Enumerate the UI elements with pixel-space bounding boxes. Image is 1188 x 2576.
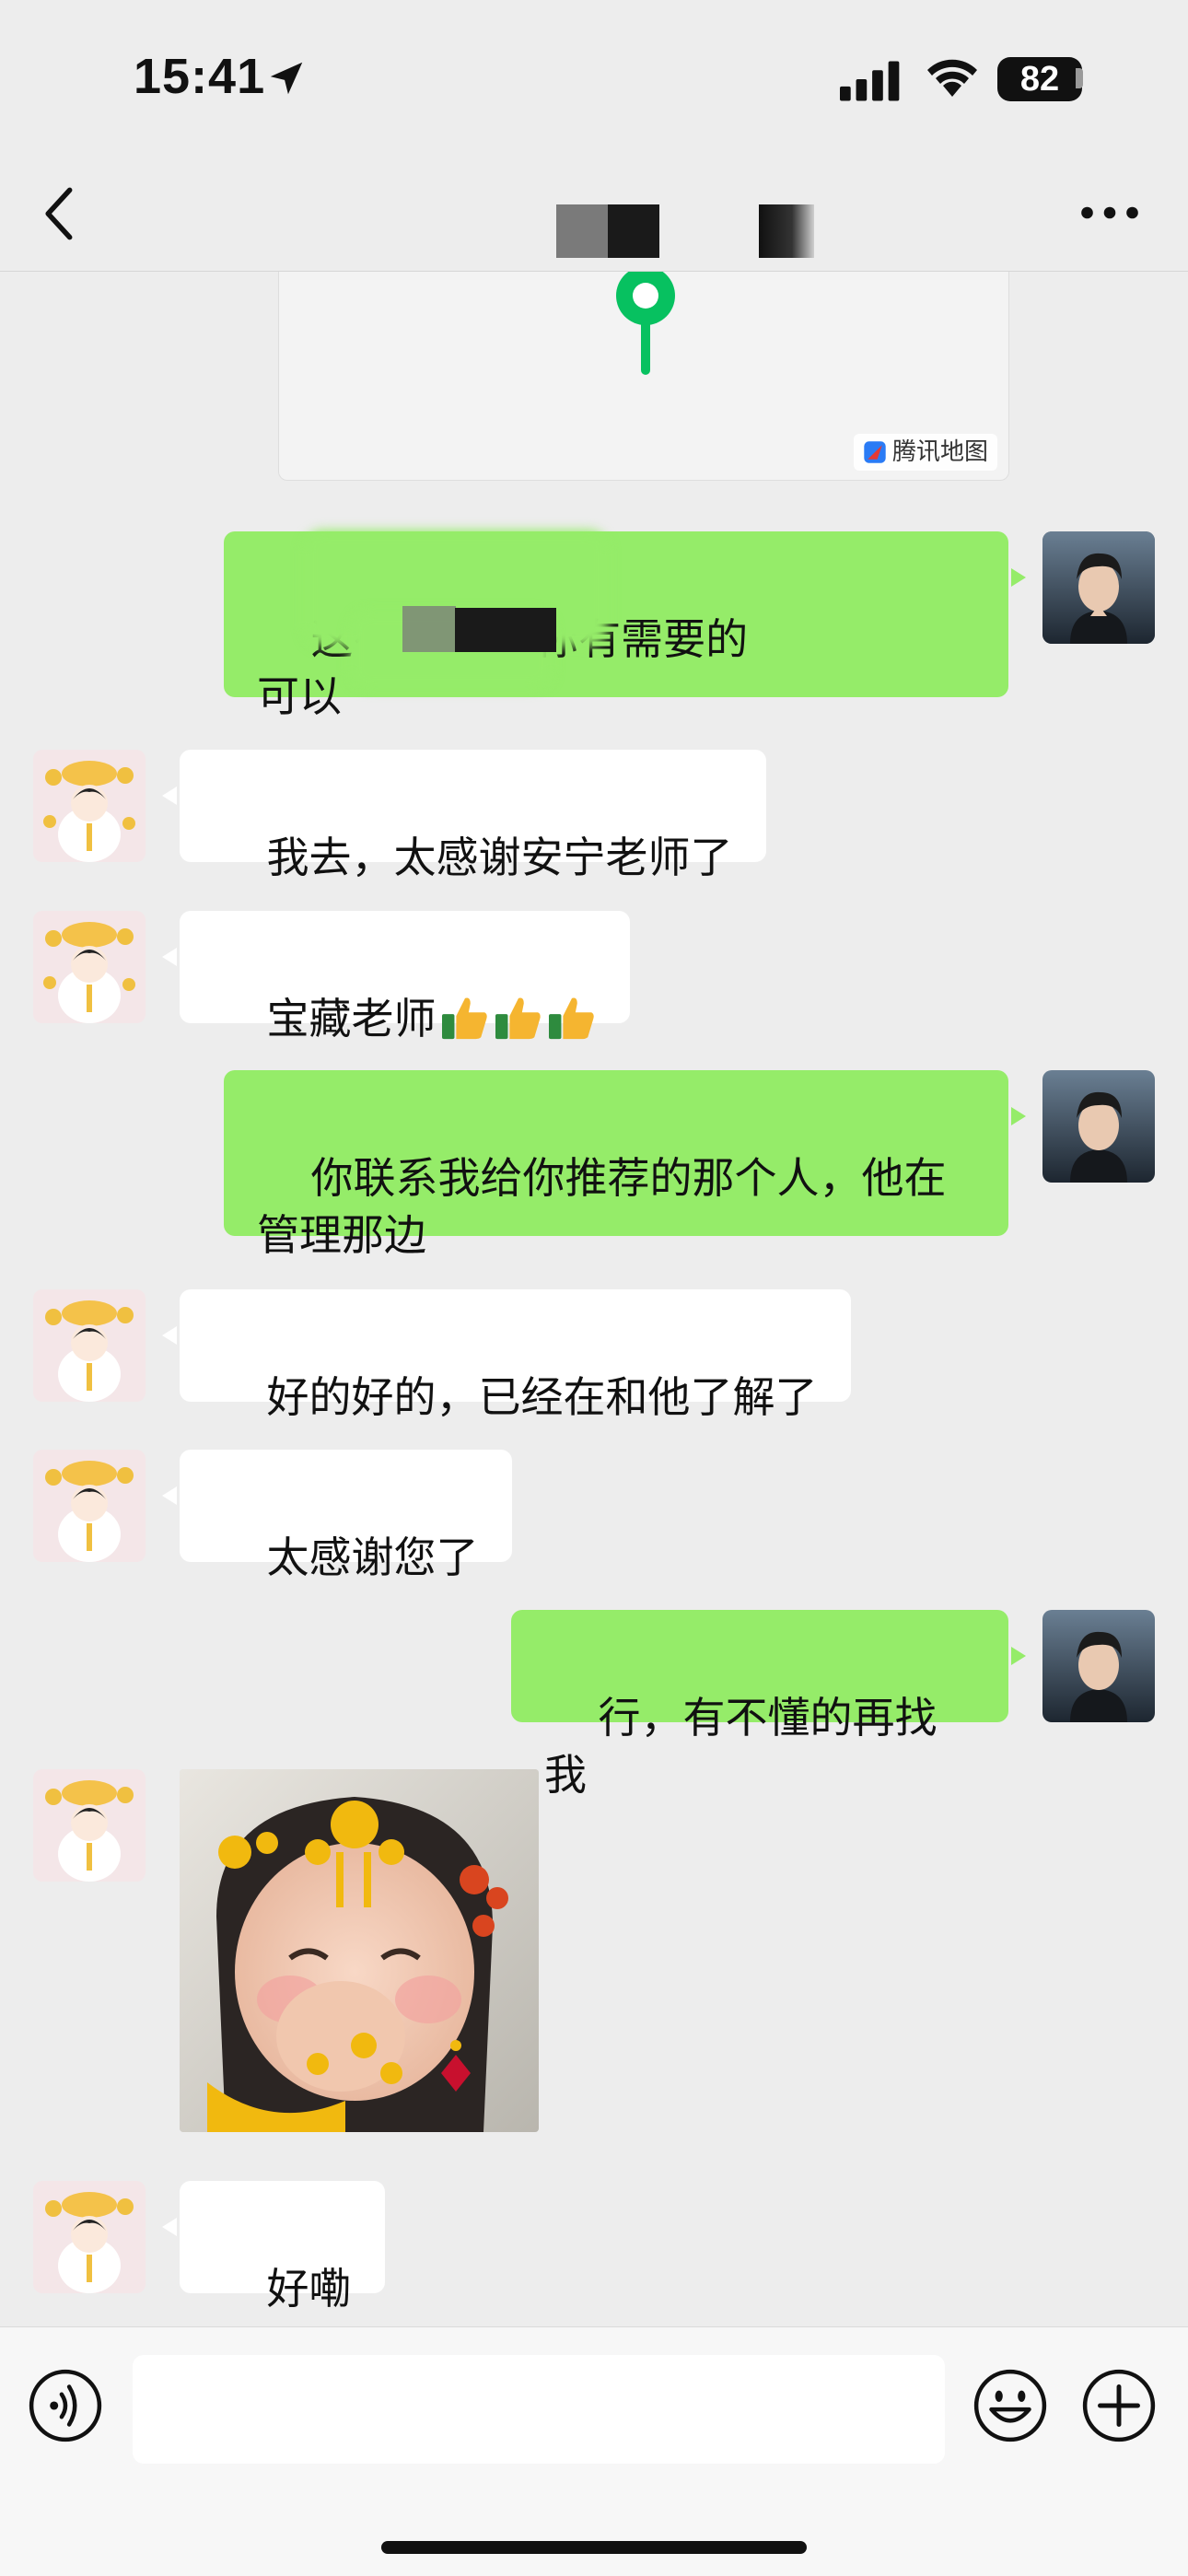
emoji-icon[interactable] <box>973 2368 1048 2443</box>
redaction-block <box>608 204 659 258</box>
sticker-image <box>180 1769 539 2132</box>
map-provider-badge: 腾讯地图 <box>853 434 997 471</box>
message-input[interactable] <box>133 2355 945 2464</box>
avatar-contact[interactable] <box>33 2181 146 2293</box>
message-bubble-outgoing[interactable]: 行，有不懂的再找我 <box>511 1610 1008 1800</box>
voice-icon[interactable] <box>28 2368 103 2443</box>
avatar-self[interactable] <box>1042 1070 1155 1183</box>
home-indicator <box>381 2541 807 2554</box>
redaction-block <box>402 606 456 652</box>
contact-avatar-image <box>33 2181 146 2293</box>
message-text: 你联系我给你推荐的那个人，他在 管理那边 <box>257 1153 947 1260</box>
thumbs-up-icon <box>548 997 594 1040</box>
message-bubble-incoming[interactable]: 好嘞 <box>180 2181 385 2314</box>
chevron-left-icon[interactable] <box>37 184 83 243</box>
battery-level: 82 <box>997 57 1082 101</box>
wifi-icon <box>927 59 977 97</box>
message-text: 好的好的，已经在和他了解了 <box>266 1372 818 1422</box>
message-text: 好嘞 <box>266 2264 352 2314</box>
message-text: 行，有不懂的再找我 <box>544 1693 938 1800</box>
contact-avatar-image <box>33 911 146 1023</box>
more-dots-icon[interactable] <box>1077 190 1142 236</box>
thumbs-up-icon <box>495 997 541 1040</box>
message-bubble-incoming[interactable]: 好的好的，已经在和他了解了 <box>180 1289 851 1422</box>
status-bar: 15:41 82 <box>0 0 1188 157</box>
status-time: 15:41 <box>134 49 266 104</box>
map-provider-label: 腾讯地图 <box>891 438 988 466</box>
avatar-self[interactable] <box>1042 1610 1155 1722</box>
message-list[interactable]: 腾讯地图 这有 仓库，你有需要的 可以 <box>0 271 1188 2325</box>
message-bubble-incoming[interactable]: 太感谢您了 <box>180 1450 512 1582</box>
avatar-contact[interactable] <box>33 1769 146 1882</box>
message-bubble-incoming[interactable]: 宝藏老师 <box>180 911 630 1043</box>
redaction-block <box>759 204 814 258</box>
thumbs-up-icon <box>441 997 487 1040</box>
avatar-contact[interactable] <box>33 1289 146 1402</box>
contact-avatar-image <box>33 750 146 862</box>
input-bar <box>0 2326 1188 2576</box>
self-avatar-image <box>1042 531 1155 644</box>
avatar-self[interactable] <box>1042 531 1155 644</box>
plus-icon[interactable] <box>1081 2368 1157 2443</box>
battery-cap-icon <box>1076 68 1083 88</box>
map-pin-icon <box>616 271 675 375</box>
self-avatar-image <box>1042 1070 1155 1183</box>
cellular-signal-icon <box>840 61 900 101</box>
contact-avatar-image <box>33 1289 146 1402</box>
chat-header <box>0 157 1188 272</box>
avatar-contact[interactable] <box>33 750 146 862</box>
message-text: 宝藏老师 <box>266 994 437 1043</box>
redaction-block <box>556 204 608 258</box>
contact-avatar-image <box>33 1450 146 1562</box>
location-map-card[interactable]: 腾讯地图 <box>278 271 1009 481</box>
self-avatar-image <box>1042 1610 1155 1722</box>
tencent-map-logo-icon <box>864 441 886 463</box>
message-bubble-outgoing[interactable]: 你联系我给你推荐的那个人，他在 管理那边 <box>224 1070 1008 1260</box>
avatar-contact[interactable] <box>33 1450 146 1562</box>
location-arrow-icon <box>270 62 303 95</box>
image-message[interactable] <box>180 1769 539 2132</box>
contact-avatar-image <box>33 1769 146 1882</box>
message-text: 我去，太感谢安宁老师了 <box>266 833 733 882</box>
message-text: 太感谢您了 <box>266 1533 479 1582</box>
redaction-block <box>455 608 556 652</box>
message-bubble-incoming[interactable]: 我去，太感谢安宁老师了 <box>180 750 766 882</box>
avatar-contact[interactable] <box>33 911 146 1023</box>
